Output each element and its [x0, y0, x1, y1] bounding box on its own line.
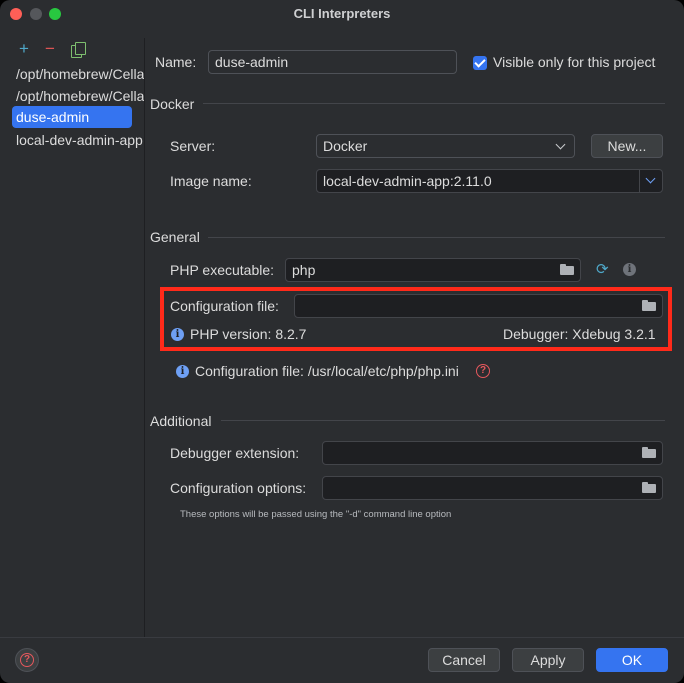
sidebar-item-homebrew-php[interactable]: /opt/homebrew/Cellar/php/8.2.7/bin/php: [12, 63, 144, 85]
image-combo-divider: [639, 170, 640, 192]
refresh-icon[interactable]: ⟳: [596, 262, 609, 277]
php-executable-label: PHP executable:: [170, 262, 275, 278]
docker-section-title: Docker: [150, 96, 195, 112]
image-name-value: local-dev-admin-app:2.11.0: [323, 173, 492, 189]
image-name-input[interactable]: local-dev-admin-app:2.11.0: [316, 169, 663, 193]
folder-icon[interactable]: [560, 264, 574, 275]
sidebar-item-duse-admin[interactable]: duse-admin: [12, 106, 132, 128]
folder-icon[interactable]: [642, 300, 656, 311]
sidebar-item-homebrew-php81[interactable]: /opt/homebrew/Cellar/php@8.1/bin/php: [12, 85, 144, 107]
general-section-title: General: [150, 229, 200, 245]
image-name-label: Image name:: [170, 173, 252, 189]
title-bar: CLI Interpreters: [0, 0, 684, 30]
folder-icon[interactable]: [642, 482, 656, 493]
info-icon[interactable]: i: [623, 263, 636, 276]
configuration-options-label: Configuration options:: [170, 480, 307, 496]
help-icon: ?: [20, 653, 34, 667]
info-icon: i: [176, 365, 189, 378]
chevron-down-icon[interactable]: [645, 173, 656, 184]
general-separator: [208, 237, 665, 238]
server-label: Server:: [170, 138, 216, 154]
ok-button[interactable]: OK: [596, 648, 668, 672]
folder-icon[interactable]: [642, 447, 656, 458]
remove-interpreter-icon[interactable]: −: [45, 40, 55, 58]
configuration-options-hint: These options will be passed using the "…: [180, 509, 452, 520]
add-interpreter-icon[interactable]: +: [19, 40, 29, 58]
additional-section-title: Additional: [150, 413, 212, 429]
debugger-extension-label: Debugger extension:: [170, 445, 300, 461]
additional-separator: [221, 420, 665, 421]
footer-separator: [0, 637, 684, 638]
apply-button[interactable]: Apply: [512, 648, 584, 672]
server-select-value: Docker: [323, 138, 368, 154]
debugger-extension-input[interactable]: [322, 441, 663, 465]
server-select[interactable]: Docker: [316, 134, 575, 158]
help-button[interactable]: ?: [15, 648, 39, 672]
debugger-version-text: Debugger: Xdebug 3.2.1: [503, 326, 656, 342]
configuration-options-input[interactable]: [322, 476, 663, 500]
help-icon[interactable]: ?: [476, 364, 490, 378]
php-executable-value: php: [292, 262, 316, 278]
cancel-button[interactable]: Cancel: [428, 648, 500, 672]
php-version-text: PHP version: 8.2.7: [190, 326, 307, 342]
copy-interpreter-icon[interactable]: [71, 42, 86, 58]
new-server-button[interactable]: New...: [591, 134, 663, 158]
docker-separator: [203, 103, 665, 104]
window-title: CLI Interpreters: [293, 6, 391, 21]
sidebar-item-local-dev-admin-app[interactable]: local-dev-admin-app: [12, 129, 144, 151]
config-file-label: Configuration file:: [170, 298, 279, 314]
visible-only-label: Visible only for this project: [493, 54, 656, 70]
cli-interpreters-dialog: CLI Interpreters + − /opt/homebrew/Cella…: [0, 0, 684, 683]
loaded-config-file-text: Configuration file: /usr/local/etc/php/p…: [195, 363, 459, 379]
chevron-down-icon: [555, 139, 566, 150]
config-file-input[interactable]: [294, 294, 663, 318]
name-label: Name:: [155, 54, 197, 70]
name-input[interactable]: duse-admin: [208, 50, 457, 74]
sidebar-divider: [144, 38, 145, 637]
visible-only-checkbox[interactable]: [473, 56, 487, 70]
php-executable-input[interactable]: php: [285, 258, 581, 282]
info-icon: i: [171, 328, 184, 341]
